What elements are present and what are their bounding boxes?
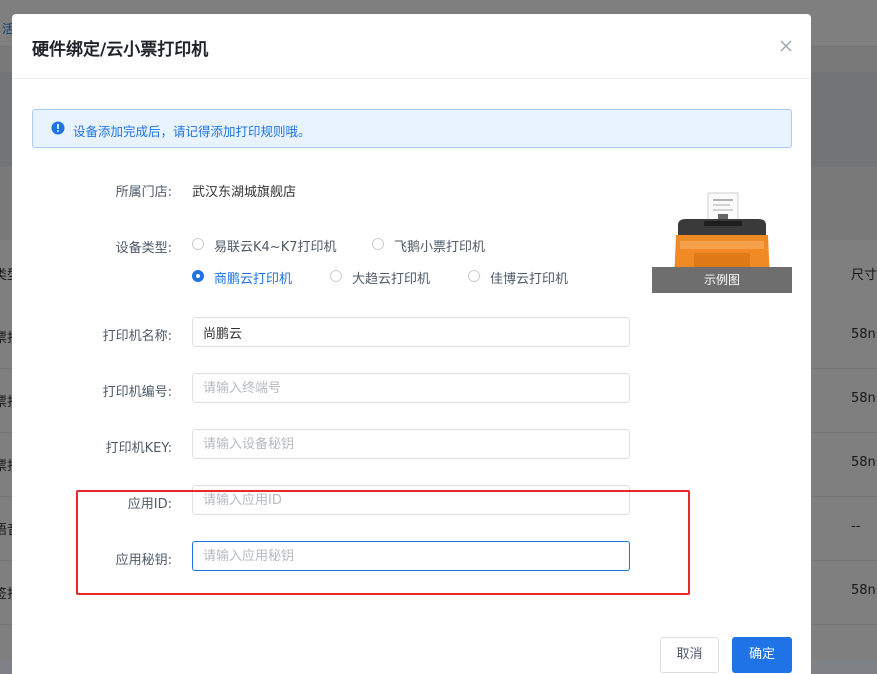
device-type-label: 设备类型: — [115, 241, 172, 256]
printer-number-input[interactable] — [192, 373, 630, 403]
radio-label: 商鹏云打印机 — [214, 272, 293, 287]
radio-button[interactable] — [468, 270, 480, 282]
radio-button[interactable] — [330, 270, 342, 282]
info-icon — [51, 121, 65, 135]
radio-yilianyun[interactable]: 易联云K4~K7打印机 — [192, 236, 342, 255]
radio-shangpengyun[interactable]: 商鹏云打印机 — [192, 268, 312, 287]
radio-feie[interactable]: 飞鹅小票打印机 — [372, 236, 502, 255]
dialog-header: 硬件绑定/云小票打印机 — [12, 14, 811, 79]
example-caption: 示例图 — [652, 267, 792, 293]
printer-name-input[interactable] — [192, 317, 630, 347]
printer-key-input[interactable] — [192, 429, 630, 459]
printer-number-label: 打印机编号: — [102, 385, 172, 400]
radio-button[interactable] — [192, 238, 204, 250]
radio-jiabo[interactable]: 佳博云打印机 — [468, 268, 588, 287]
store-label: 所属门店: — [115, 185, 172, 200]
radio-daqu[interactable]: 大趋云打印机 — [330, 268, 450, 287]
store-value: 武汉东湖城旗舰店 — [192, 185, 297, 200]
confirm-button[interactable]: 确定 — [732, 637, 792, 673]
dialog-title: 硬件绑定/云小票打印机 — [32, 40, 209, 60]
radio-button-checked[interactable] — [192, 270, 204, 282]
close-icon[interactable] — [776, 36, 796, 56]
alert-text: 设备添加完成后，请记得添加打印规则哦。 — [73, 124, 311, 139]
radio-label: 佳博云打印机 — [490, 272, 569, 287]
cancel-button[interactable]: 取消 — [660, 637, 719, 673]
radio-button[interactable] — [372, 238, 384, 250]
radio-label: 大趋云打印机 — [352, 272, 431, 287]
radio-label: 飞鹅小票打印机 — [394, 240, 486, 255]
annotation-highlight-box — [76, 490, 690, 595]
info-alert: 设备添加完成后，请记得添加打印规则哦。 — [32, 109, 792, 148]
printer-key-label: 打印机KEY: — [105, 441, 172, 456]
radio-label: 易联云K4~K7打印机 — [214, 240, 337, 255]
printer-name-label: 打印机名称: — [102, 329, 172, 344]
printer-binding-dialog: 硬件绑定/云小票打印机 设备添加完成后，请记得添加打印规则哦。 所属门店: 武汉… — [12, 14, 811, 674]
